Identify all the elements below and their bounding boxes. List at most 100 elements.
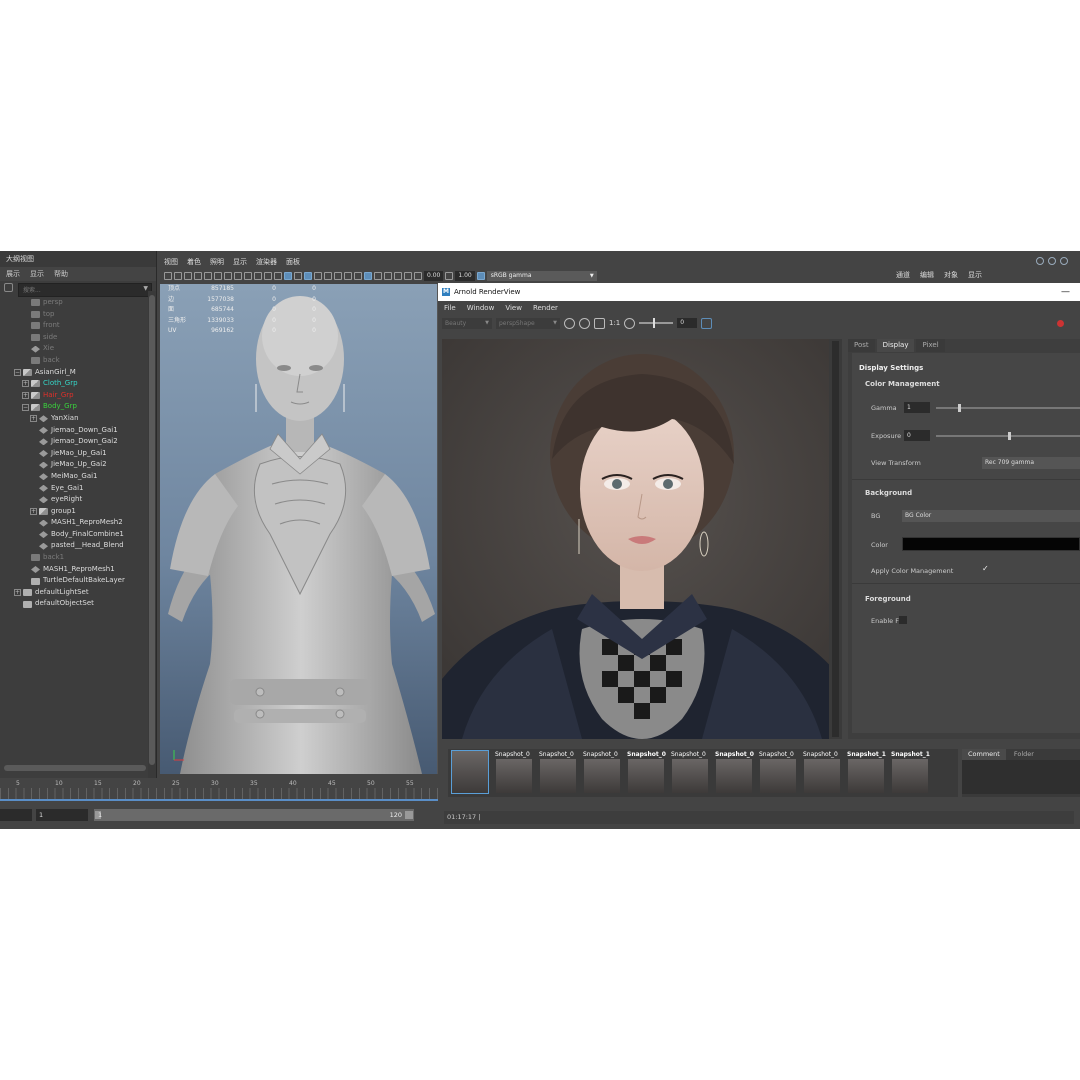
channel-box-icon[interactable] [1060,257,1068,265]
outliner-item[interactable]: front [0,320,148,332]
background-heading[interactable]: Background [865,489,912,497]
anti-aliasing-icon[interactable] [354,272,362,280]
viewport-menu-shading[interactable]: 着色 [187,257,201,269]
renderview-titlebar[interactable]: M Arnold RenderView — [438,283,1080,301]
outliner-item[interactable]: − AsianGirl_M [0,367,148,379]
outliner-item[interactable]: Jiemao_Down_Gai1 [0,425,148,437]
textured-icon[interactable] [304,272,312,280]
xray-icon[interactable] [384,272,392,280]
channel-box-menu-edit[interactable]: 编辑 [920,270,934,280]
color-management-icon[interactable] [476,272,485,280]
outliner-item[interactable]: MeiMao_Gai1 [0,471,148,483]
outliner-search-input[interactable]: 搜索... ▼ [18,283,152,297]
exposure-input-panel[interactable]: 0 [904,430,930,441]
motion-blur-icon[interactable] [344,272,352,280]
image-plane-icon[interactable] [194,272,202,280]
grid-icon[interactable] [204,272,212,280]
isolate-select-icon[interactable] [374,272,382,280]
bg-select[interactable]: BG Color [902,510,1080,522]
expand-toggle-icon[interactable]: + [30,415,37,423]
attribute-editor-icon[interactable] [1036,257,1044,265]
snapshot-item[interactable]: Snapshot_0 [668,749,712,797]
tool-settings-icon[interactable] [1048,257,1056,265]
outliner-menu-display[interactable]: 展示 [6,269,20,279]
outliner-scrollbar[interactable] [148,291,156,778]
outliner-item[interactable]: JieMao_Up_Gai2 [0,459,148,471]
outliner-item[interactable]: back1 [0,552,148,564]
gamma-slider-thumb[interactable] [957,404,961,412]
safe-title-icon[interactable] [264,272,272,280]
screen-space-ao-icon[interactable] [334,272,342,280]
crop-region-icon[interactable] [701,317,713,329]
tab-post[interactable]: Post [848,339,875,352]
color-space-select[interactable]: sRGB gamma [486,271,597,281]
viewport-menu-lighting[interactable]: 照明 [210,257,224,269]
bookmark-icon[interactable] [184,272,192,280]
outliner-menu-help[interactable]: 帮助 [54,269,68,279]
apply-color-management-checkbox[interactable]: ✓ [982,564,989,573]
exposure-value[interactable]: 0.00 [424,271,444,281]
outliner-item[interactable]: + group1 [0,506,148,518]
tab-comment[interactable]: Comment [962,749,1006,760]
outliner-item[interactable]: − Body_Grp [0,401,148,413]
tab-pixel[interactable]: Pixel [916,339,945,352]
snapshot-item[interactable]: Snapshot_0 [492,749,536,797]
outliner-item[interactable]: MASH1_ReproMesh2 [0,517,148,529]
outliner-hscrollbar[interactable] [4,765,146,771]
safe-action-icon[interactable] [254,272,262,280]
range-end-handle[interactable] [405,811,413,819]
resolution-gate-icon[interactable] [224,272,232,280]
gamma-icon[interactable] [445,272,454,280]
outliner-item[interactable]: Body_FinalCombine1 [0,529,148,541]
tab-folder[interactable]: Folder [1008,749,1040,760]
renderview-menu-window[interactable]: Window [467,301,495,315]
outliner-item[interactable]: Eye_Gai1 [0,483,148,495]
minimize-icon[interactable]: — [1061,283,1070,301]
render-image[interactable] [442,339,842,739]
gamma-input[interactable]: 1 [904,402,930,413]
channel-box-menu-channels[interactable]: 通道 [896,270,910,280]
viewport-menu-view[interactable]: 视图 [164,257,178,269]
color-management-heading[interactable]: Color Management [865,380,940,388]
field-chart-icon[interactable] [244,272,252,280]
expand-toggle-icon[interactable]: + [22,392,29,400]
renderview-menu-view[interactable]: View [505,301,522,315]
outliner-item[interactable]: back [0,355,148,367]
lights-icon[interactable] [314,272,322,280]
snapshot-item[interactable]: Snapshot_0 [712,749,756,797]
outliner-menu-show[interactable]: 显示 [30,269,44,279]
view-transform-select[interactable]: Rec 709 gamma [982,457,1080,469]
animation-start-field[interactable] [0,809,32,821]
depth-of-field-icon[interactable] [364,272,372,280]
time-slider[interactable]: 5 10 15 20 25 30 35 40 45 50 55 [0,778,438,802]
persp-viewport[interactable]: 顶点 857185 0 0 边 1577038 0 0 面 685744 0 0 三角形 1339033 0… [160,284,437,774]
outliner-item[interactable]: eyeRight [0,494,148,506]
outliner-item[interactable]: JieMao_Up_Gai1 [0,448,148,460]
camera-select[interactable]: perspShape [496,317,560,329]
filter-icon[interactable] [4,283,13,292]
outliner-item[interactable]: persp [0,297,148,309]
channels-icon[interactable] [594,317,605,329]
viewport-menu-show[interactable]: 显示 [233,257,247,269]
render-icon[interactable] [564,317,575,329]
camera-attributes-icon[interactable] [174,272,182,280]
film-gate-icon[interactable] [214,272,222,280]
viewport-menu-renderer[interactable]: 渲染器 [256,257,277,269]
ipr-icon[interactable] [579,317,590,329]
renderview-menu-file[interactable]: File [444,301,456,315]
ratio-label[interactable]: 1:1 [609,319,620,327]
snapshot-item[interactable]: Snapshot_1 [888,749,932,797]
smooth-shade-icon[interactable] [284,272,292,280]
tab-display[interactable]: Display [876,339,915,352]
outliner-item[interactable]: MASH1_ReproMesh1 [0,564,148,576]
xray-joints-icon[interactable] [394,272,402,280]
renderview-menu-render[interactable]: Render [533,301,558,315]
wireframe-icon[interactable] [274,272,282,280]
outliner-item[interactable]: Xie [0,343,148,355]
background-color-swatch[interactable] [902,537,1080,551]
stop-render-icon[interactable] [1057,320,1064,327]
viewport-menu-panels[interactable]: 面板 [286,257,300,269]
foreground-heading[interactable]: Foreground [865,595,911,603]
outliner-item[interactable]: pasted__Head_Blend [0,540,148,552]
enable-foreground-checkbox[interactable] [899,616,907,624]
